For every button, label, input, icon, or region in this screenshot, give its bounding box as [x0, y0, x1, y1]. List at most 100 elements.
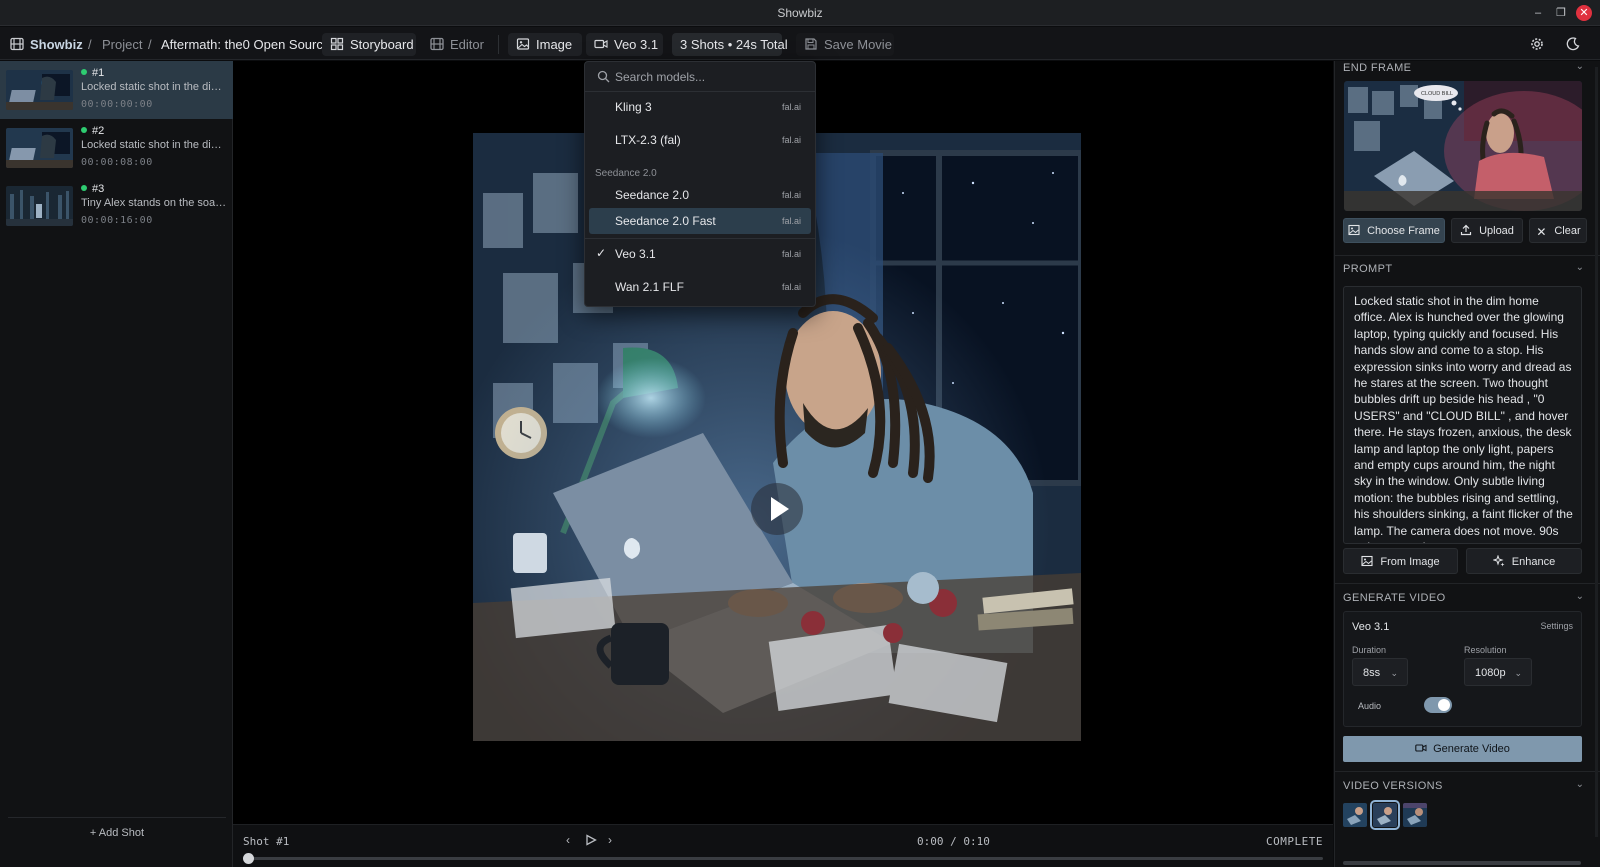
generation-settings-link[interactable]: Settings: [1540, 621, 1573, 631]
prompt-textarea[interactable]: Locked static shot in the dim home offic…: [1343, 286, 1582, 544]
save-icon: [805, 38, 817, 50]
play-icon: [586, 834, 597, 846]
section-divider: [1335, 583, 1600, 584]
app-name: Showbiz: [30, 37, 83, 52]
chevron-down-icon[interactable]: ⌄: [1576, 591, 1584, 602]
model-option-label: Kling 3: [615, 100, 652, 114]
model-option-ltx-2-3[interactable]: LTX-2.3 (fal) fal.ai: [589, 127, 811, 153]
chevron-down-icon[interactable]: ⌄: [1576, 61, 1584, 72]
generate-video-heading: GENERATE VIDEO: [1343, 592, 1446, 604]
video-version-thumb[interactable]: [1403, 803, 1427, 827]
end-frame-heading: END FRAME: [1343, 62, 1412, 74]
video-version-thumb[interactable]: [1343, 803, 1367, 827]
film-icon: [430, 37, 444, 51]
gear-icon: [1531, 38, 1543, 50]
theme-toggle-button[interactable]: [1566, 35, 1580, 58]
choose-frame-button[interactable]: Choose Frame: [1343, 218, 1445, 243]
image-mode-label: Image: [536, 37, 573, 52]
clear-label: Clear: [1554, 225, 1581, 237]
moon-icon: [1566, 37, 1580, 51]
model-option-seedance-2-0-fast[interactable]: Seedance 2.0 Fast fal.ai: [589, 208, 811, 234]
shot-timecode: 00:00:00:00: [81, 99, 153, 110]
previous-frame-button[interactable]: ‹: [566, 833, 570, 847]
toolbar: Showbiz / Project / Aftermath: the0 Open…: [0, 27, 1600, 60]
next-frame-button[interactable]: ›: [608, 833, 612, 847]
from-image-label: From Image: [1380, 556, 1440, 568]
model-selector-button[interactable]: Veo 3.1: [586, 33, 663, 56]
tab-editor[interactable]: Editor: [430, 33, 484, 56]
generation-model-name: Veo 3.1: [1352, 621, 1390, 633]
duration-select[interactable]: 8ss ⌄: [1352, 658, 1408, 686]
upload-frame-button[interactable]: Upload: [1451, 218, 1523, 243]
image-mode-button[interactable]: Image: [508, 33, 582, 56]
prompt-from-image-button[interactable]: From Image: [1343, 548, 1458, 574]
shot-number: #3: [81, 183, 104, 195]
window-title: Showbiz: [777, 6, 823, 20]
resolution-select[interactable]: 1080p ⌄: [1464, 658, 1532, 686]
shot-item-2[interactable]: #2 Locked static shot in the dim ho... 0…: [0, 119, 233, 177]
scrubber-handle[interactable]: [243, 853, 254, 864]
model-option-wan-2-1-flf[interactable]: Wan 2.1 FLF fal.ai: [589, 274, 811, 300]
video-version-thumb[interactable]: [1370, 800, 1400, 830]
timeline-scrubber[interactable]: [243, 853, 1323, 864]
save-movie-button[interactable]: Save Movie: [796, 33, 894, 56]
resolution-value: 1080p: [1475, 667, 1506, 679]
enhance-prompt-button[interactable]: Enhance: [1466, 548, 1582, 574]
model-option-seedance-2-0[interactable]: Seedance 2.0 fal.ai: [589, 182, 811, 208]
generate-video-label: Generate Video: [1433, 743, 1510, 755]
model-provider-badge: fal.ai: [781, 249, 801, 259]
shot-number: #1: [81, 67, 104, 79]
tab-storyboard-label: Storyboard: [350, 37, 414, 52]
model-option-veo-3-1[interactable]: ✓ Veo 3.1 fal.ai: [589, 241, 811, 267]
enhance-label: Enhance: [1511, 556, 1556, 568]
shot-description: Locked static shot in the dim ho...: [81, 81, 227, 93]
shot-properties-panel: END FRAME ⌄ CLOUD BILL Choose Frame Uplo…: [1334, 61, 1600, 867]
upload-icon: [1460, 224, 1472, 236]
model-group-label: Seedance 2.0: [595, 168, 657, 179]
play-overlay-button[interactable]: [751, 483, 803, 535]
panel-scrollbar[interactable]: [1595, 67, 1598, 837]
toolbar-divider: [498, 35, 499, 54]
thought-bubble-text: CLOUD BILL: [1421, 91, 1453, 97]
chevron-down-icon[interactable]: ⌄: [1576, 779, 1584, 790]
shot-item-3[interactable]: #3 Tiny Alex stands on the soapbo... 00:…: [0, 177, 233, 235]
audio-toggle[interactable]: [1424, 697, 1452, 713]
image-icon: [1361, 555, 1373, 567]
render-status: COMPLETE: [1266, 835, 1323, 848]
current-shot-label: Shot #1: [243, 835, 290, 848]
end-frame-image[interactable]: CLOUD BILL: [1344, 81, 1582, 211]
section-divider: [1335, 771, 1600, 772]
image-icon: [516, 38, 530, 50]
status-dot: [81, 69, 87, 75]
settings-gear-button[interactable]: [1530, 35, 1544, 58]
add-shot-button[interactable]: + Add Shot: [8, 817, 226, 849]
play-button[interactable]: [585, 834, 597, 849]
status-dot: [81, 127, 87, 133]
tab-storyboard[interactable]: Storyboard: [322, 33, 416, 56]
close-window-button[interactable]: ✕: [1576, 5, 1592, 21]
model-selector-label: Veo 3.1: [614, 37, 659, 52]
clear-frame-button[interactable]: ✕ Clear: [1529, 218, 1587, 243]
playback-time: 0:00 / 0:10: [917, 835, 990, 848]
minimize-button[interactable]: –: [1530, 5, 1546, 21]
chevron-down-icon[interactable]: ⌄: [1576, 262, 1584, 273]
shot-item-1[interactable]: #1 Locked static shot in the dim ho... 0…: [0, 61, 233, 119]
model-provider-badge: fal.ai: [781, 135, 801, 145]
sparkles-icon: [1492, 555, 1505, 567]
generate-video-button[interactable]: Generate Video: [1343, 736, 1582, 762]
maximize-button[interactable]: ❐: [1553, 5, 1569, 21]
versions-scrollbar[interactable]: [1343, 861, 1581, 865]
model-option-kling-3[interactable]: Kling 3 fal.ai: [589, 94, 811, 120]
film-icon: [10, 37, 24, 51]
shots-summary-badge: 3 Shots • 24s Total: [672, 33, 788, 56]
breadcrumb-project[interactable]: Project: [102, 33, 142, 56]
tab-editor-label: Editor: [450, 37, 484, 52]
model-option-label: Veo 3.1: [615, 247, 656, 261]
status-dot: [81, 185, 87, 191]
shot-thumbnail: [6, 128, 73, 168]
model-option-label: LTX-2.3 (fal): [615, 133, 681, 147]
app-brand[interactable]: Showbiz: [10, 33, 83, 56]
chevron-down-icon: ⌄: [1514, 668, 1522, 678]
playback-transport: Shot #1 ‹ › 0:00 / 0:10 COMPLETE: [233, 824, 1333, 867]
model-search-field[interactable]: Search models...: [585, 62, 815, 92]
